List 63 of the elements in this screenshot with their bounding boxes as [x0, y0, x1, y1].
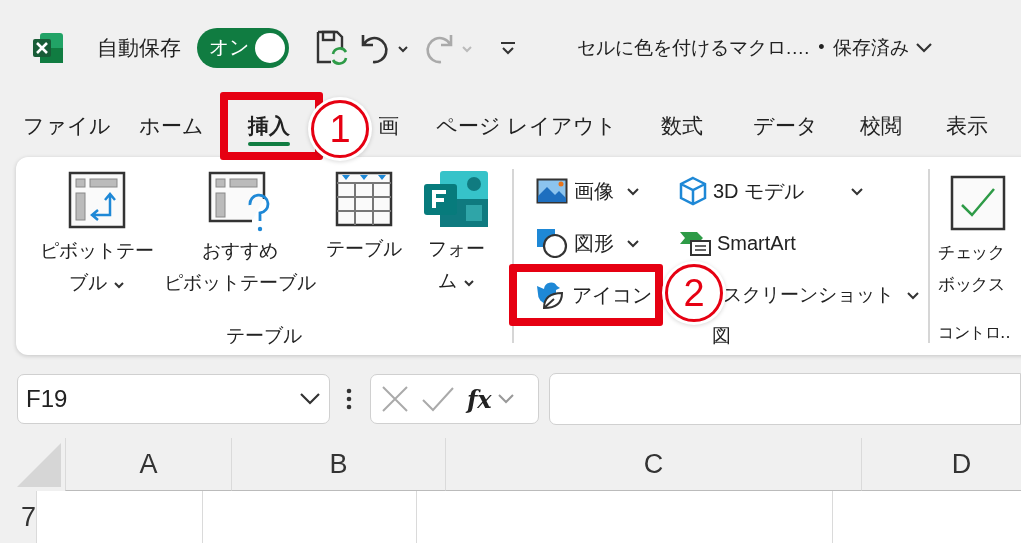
ribbon-tab[interactable]: 数式 — [660, 106, 703, 146]
document-title: セルに色を付けるマクロ.… — [577, 35, 811, 60]
customize-icon[interactable] — [499, 40, 517, 55]
ribbon-button[interactable]: テーブル — [326, 171, 402, 265]
step-number-badge: 2 — [665, 264, 723, 322]
more-options-icon[interactable] — [346, 388, 352, 410]
autosave-label: 自動保存 — [97, 34, 181, 61]
image-icon — [536, 178, 568, 204]
chevron-icon[interactable] — [497, 394, 514, 404]
save-status-button[interactable]: 保存済み — [832, 34, 933, 61]
ribbon-button[interactable]: アイコン — [536, 275, 652, 315]
recommended-pivot-icon — [208, 171, 272, 233]
insert-function-button[interactable]: fx — [467, 384, 492, 414]
enter-icon[interactable] — [421, 386, 455, 412]
forms-app-icon — [424, 171, 488, 227]
cancel-icon[interactable] — [381, 385, 409, 413]
ribbon-tab[interactable]: 画 — [378, 106, 399, 146]
ribbon-tab[interactable]: データ — [752, 106, 818, 146]
checkbox-icon — [950, 175, 1006, 231]
save-icon[interactable] — [315, 28, 349, 67]
ribbon-tab[interactable]: 挿入 — [248, 106, 290, 146]
shapes-icon — [536, 228, 568, 258]
ribbon-button[interactable]: スクリーンショット — [723, 275, 920, 315]
grid-cell[interactable] — [832, 491, 1021, 543]
chevron-icon — [462, 279, 475, 287]
cube-icon — [679, 176, 707, 206]
ribbon-button[interactable]: 図形 — [536, 223, 640, 263]
chevron-icon — [113, 281, 125, 289]
separator-dot: • — [818, 37, 825, 58]
group-label: コントロ‥ — [938, 323, 1011, 343]
group-label: テーブル — [226, 324, 302, 348]
ribbon-button[interactable]: おすすめ ピボットテーブル — [164, 171, 316, 299]
name-box[interactable]: F19 — [17, 374, 330, 424]
smartart-icon — [679, 230, 711, 256]
ribbon-tab[interactable]: ファイル — [23, 106, 111, 146]
chevron-icon — [850, 186, 865, 196]
ribbon-button[interactable]: ピボットテー ブル — [40, 171, 154, 299]
row-header[interactable]: 7 — [17, 491, 37, 543]
ribbon-button[interactable]: SmartArt — [679, 223, 796, 263]
ribbon-button[interactable]: 3D モデル — [679, 171, 865, 211]
chevron-icon — [914, 41, 933, 54]
ribbon-button[interactable]: フォー ム — [424, 171, 488, 297]
chevron-icon — [299, 392, 321, 406]
chevron-icon — [626, 238, 640, 248]
bird-leaf-icon — [536, 280, 566, 310]
chevron-icon — [906, 290, 920, 300]
step-number-badge: 1 — [311, 100, 369, 158]
excel-logo-icon — [31, 30, 65, 65]
pivot-table-icon — [68, 171, 126, 229]
ribbon-tab[interactable]: ページ レイアウト — [436, 106, 617, 146]
ribbon-button[interactable]: チェック ボックス — [938, 171, 1006, 301]
ribbon-tab[interactable]: 校閲 — [859, 106, 902, 146]
ribbon-tab[interactable]: 表示 — [945, 106, 988, 146]
chevron-icon — [626, 186, 640, 196]
grid-cell[interactable] — [36, 491, 203, 543]
ribbon-tab[interactable]: ホーム — [139, 106, 204, 146]
grid-cell[interactable] — [416, 491, 833, 543]
group-label: 図 — [711, 324, 731, 348]
autosave-toggle[interactable]: オン — [197, 27, 289, 68]
grid-cell[interactable] — [202, 491, 417, 543]
formula-input[interactable] — [549, 373, 1021, 425]
table-icon — [335, 171, 393, 227]
ribbon-button[interactable]: 画像 — [536, 171, 640, 211]
